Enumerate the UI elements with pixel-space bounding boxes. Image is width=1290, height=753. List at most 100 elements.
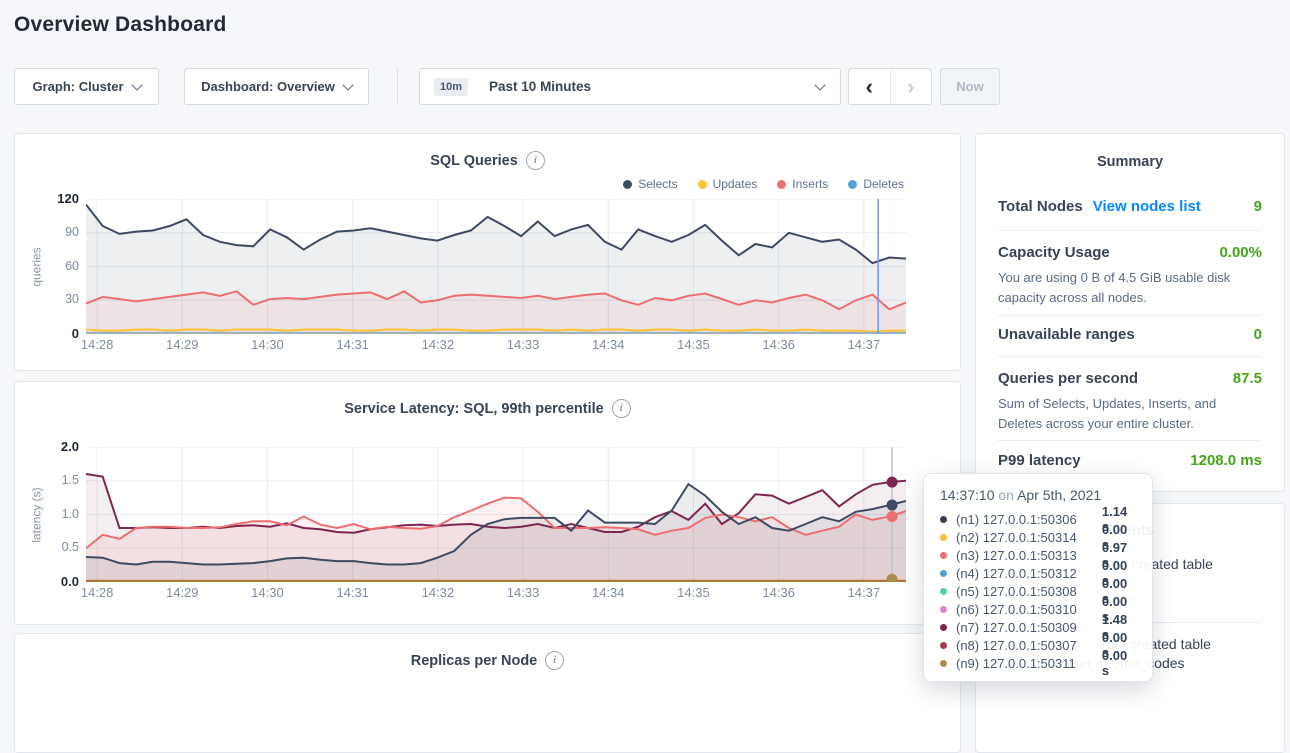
legend-color-dot (777, 180, 786, 189)
legend-color-dot (848, 180, 857, 189)
tooltip-node-address: (n8) 127.0.0.1:50307 (956, 638, 1102, 653)
tooltip-node-address: (n4) 127.0.0.1:50312 (956, 566, 1102, 581)
chevron-down-icon (131, 79, 142, 90)
y-tick-labels: 0.00.51.01.52.0 (15, 447, 79, 582)
x-tick-label: 14:29 (158, 337, 206, 352)
total-nodes-value: 9 (1254, 198, 1262, 215)
legend-item-deletes[interactable]: Deletes (848, 177, 904, 191)
x-tick-labels: 14:2814:2914:3014:3114:3214:3314:3414:35… (86, 337, 906, 353)
info-icon[interactable]: i (526, 151, 545, 170)
graph-dropdown-label: Graph: Cluster (32, 79, 123, 94)
page-title: Overview Dashboard (14, 13, 227, 37)
series-color-dot (940, 570, 947, 577)
time-range-dropdown[interactable]: 10m Past 10 Minutes (419, 68, 841, 105)
graph-dropdown[interactable]: Graph: Cluster (14, 68, 159, 105)
chevron-down-icon (342, 79, 353, 90)
crosshair-dot (887, 511, 898, 522)
chart-title: Replicas per Node (411, 653, 538, 669)
legend-label: Selects (638, 177, 677, 191)
series-color-dot (940, 516, 947, 523)
chevron-down-icon (814, 79, 825, 90)
legend-label: Inserts (792, 177, 828, 191)
chart-legend: Selects Updates Inserts Deletes (623, 177, 904, 191)
unavailable-ranges-label: Unavailable ranges (998, 326, 1135, 343)
legend-color-dot (698, 180, 707, 189)
tooltip-node-address: (n7) 127.0.0.1:50309 (956, 620, 1102, 635)
x-tick-label: 14:30 (243, 585, 291, 600)
info-icon[interactable]: i (612, 399, 631, 418)
x-tick-label: 14:37 (840, 337, 888, 352)
summary-row-total-nodes: Total Nodes View nodes list 9 (998, 198, 1262, 215)
queries-per-second-description: Sum of Selects, Updates, Inserts, and De… (998, 394, 1262, 433)
summary-divider (998, 230, 1262, 231)
total-nodes-label: Total Nodes (998, 198, 1083, 215)
now-button-label: Now (956, 79, 983, 94)
x-tick-label: 14:34 (584, 585, 632, 600)
y-tick-label: 60 (65, 259, 79, 273)
chevron-right-icon: › (907, 76, 914, 98)
view-nodes-list-link[interactable]: View nodes list (1093, 198, 1201, 215)
service-latency-plot[interactable] (86, 447, 906, 582)
capacity-usage-label: Capacity Usage (998, 244, 1110, 261)
x-tick-label: 14:28 (73, 337, 121, 352)
x-tick-labels: 14:2814:2914:3014:3114:3214:3314:3414:35… (86, 585, 906, 601)
legend-item-inserts[interactable]: Inserts (777, 177, 828, 191)
tooltip-node-address: (n5) 127.0.0.1:50308 (956, 584, 1102, 599)
summary-row-qps: Queries per second 87.5 Sum of Selects, … (998, 370, 1262, 433)
time-back-button[interactable]: ‹ (849, 69, 891, 104)
x-tick-label: 14:33 (499, 337, 547, 352)
summary-divider (998, 315, 1262, 316)
legend-label: Deletes (863, 177, 904, 191)
series-color-dot (940, 606, 947, 613)
tooltip-node-address: (n1) 127.0.0.1:50306 (956, 512, 1102, 527)
series-color-dot (940, 642, 947, 649)
info-icon[interactable]: i (545, 651, 564, 670)
tooltip-node-value: 0.00 s (1102, 648, 1138, 678)
x-tick-label: 14:32 (414, 337, 462, 352)
p99-latency-label: P99 latency (998, 452, 1081, 469)
dashboard-dropdown[interactable]: Dashboard: Overview (184, 68, 369, 105)
queries-per-second-label: Queries per second (998, 370, 1138, 387)
x-tick-label: 14:37 (840, 585, 888, 600)
tooltip-node-address: (n3) 127.0.0.1:50313 (956, 548, 1102, 563)
summary-row-p99: P99 latency 1208.0 ms (998, 452, 1262, 469)
sql-queries-card: SQL Queries i Selects Updates Inserts Delet… (14, 133, 961, 371)
legend-label: Updates (713, 177, 758, 191)
tooltip-node-address: (n9) 127.0.0.1:50311 (956, 656, 1102, 671)
tooltip-timestamp: 14:37:10 on Apr 5th, 2021 (940, 487, 1138, 503)
y-tick-label: 0.5 (62, 540, 79, 554)
sql-queries-plot[interactable] (86, 199, 906, 334)
replicas-per-node-card: Replicas per Node i (14, 633, 961, 753)
x-tick-label: 14:36 (755, 585, 803, 600)
y-tick-label: 1.0 (62, 507, 79, 521)
crosshair-dot (887, 477, 898, 488)
now-button[interactable]: Now (940, 68, 1000, 105)
chart-canvas[interactable] (86, 199, 906, 334)
x-tick-label: 14:31 (329, 585, 377, 600)
x-tick-label: 14:31 (329, 337, 377, 352)
summary-title: Summary (976, 154, 1284, 170)
p99-latency-value: 1208.0 ms (1190, 452, 1262, 469)
summary-panel: Summary Total Nodes View nodes list 9 Ca… (975, 133, 1285, 492)
queries-per-second-value: 87.5 (1233, 370, 1262, 387)
x-tick-label: 14:33 (499, 585, 547, 600)
chart-canvas[interactable] (86, 447, 906, 582)
summary-row-unavailable: Unavailable ranges 0 (998, 326, 1262, 343)
series-color-dot (940, 552, 947, 559)
chart-title: Service Latency: SQL, 99th percentile (344, 401, 604, 417)
series-color-dot (940, 534, 947, 541)
summary-divider (998, 356, 1262, 357)
x-tick-label: 14:35 (669, 585, 717, 600)
time-forward-button[interactable]: › (891, 69, 932, 104)
legend-item-updates[interactable]: Updates (698, 177, 758, 191)
y-tick-label: 90 (65, 225, 79, 239)
dashboard-dropdown-label: Dashboard: Overview (201, 79, 335, 94)
chart-title: SQL Queries (430, 153, 518, 169)
x-tick-label: 14:30 (243, 337, 291, 352)
tooltip-node-address: (n2) 127.0.0.1:50314 (956, 530, 1102, 545)
capacity-usage-value: 0.00% (1219, 244, 1262, 261)
legend-item-selects[interactable]: Selects (623, 177, 677, 191)
summary-row-capacity: Capacity Usage 0.00% You are using 0 B o… (998, 244, 1262, 307)
x-tick-label: 14:35 (669, 337, 717, 352)
unavailable-ranges-value: 0 (1254, 326, 1262, 343)
